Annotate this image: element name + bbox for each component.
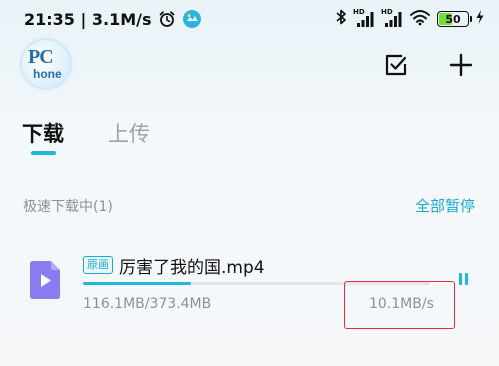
pause-icon[interactable]: [456, 272, 472, 288]
status-right: HD HD 50: [335, 8, 485, 30]
tab-upload[interactable]: 上传: [108, 118, 150, 148]
alarm-clock-icon: [158, 10, 176, 28]
download-progress-fill: [83, 282, 191, 285]
add-button[interactable]: [448, 52, 474, 78]
download-size: 116.1MB/373.4MB: [83, 296, 212, 312]
status-time-speed: 21:35 | 3.1M/s: [24, 9, 152, 29]
app-screen: 21:35 | 3.1M/s HD HD 50 PC hone 下载 上传 极速…: [0, 0, 499, 366]
speed-highlight-box: [344, 281, 455, 329]
signal-strength-icon: HD: [353, 8, 375, 28]
plus-icon: [449, 53, 473, 77]
list-bottom-area: [0, 342, 499, 366]
battery-icon: 50: [437, 11, 472, 27]
logo-text-top: PC: [28, 46, 54, 68]
active-tab-indicator: [31, 151, 56, 155]
charging-icon: [475, 9, 485, 29]
multi-select-button[interactable]: [383, 52, 409, 78]
checkbox-icon: [385, 54, 407, 76]
video-file-icon: [28, 260, 62, 300]
quality-tag: 原画: [83, 256, 113, 274]
tab-download[interactable]: 下载: [22, 118, 64, 148]
section-title: 极速下载中(1): [23, 199, 113, 215]
status-bar: 21:35 | 3.1M/s HD HD 50: [0, 0, 499, 38]
bluetooth-icon: [335, 8, 347, 30]
signal-strength-icon-2: HD: [381, 8, 403, 28]
app-notification-icon: [182, 9, 202, 29]
pause-all-button[interactable]: 全部暂停: [415, 195, 475, 216]
battery-level: 50: [445, 12, 461, 26]
status-left: 21:35 | 3.1M/s: [24, 8, 202, 30]
file-name: 厉害了我的国.mp4: [119, 258, 265, 278]
logo-text-bottom: hone: [33, 67, 62, 81]
pconline-logo[interactable]: PC hone: [22, 40, 70, 88]
wifi-icon: [409, 8, 431, 30]
